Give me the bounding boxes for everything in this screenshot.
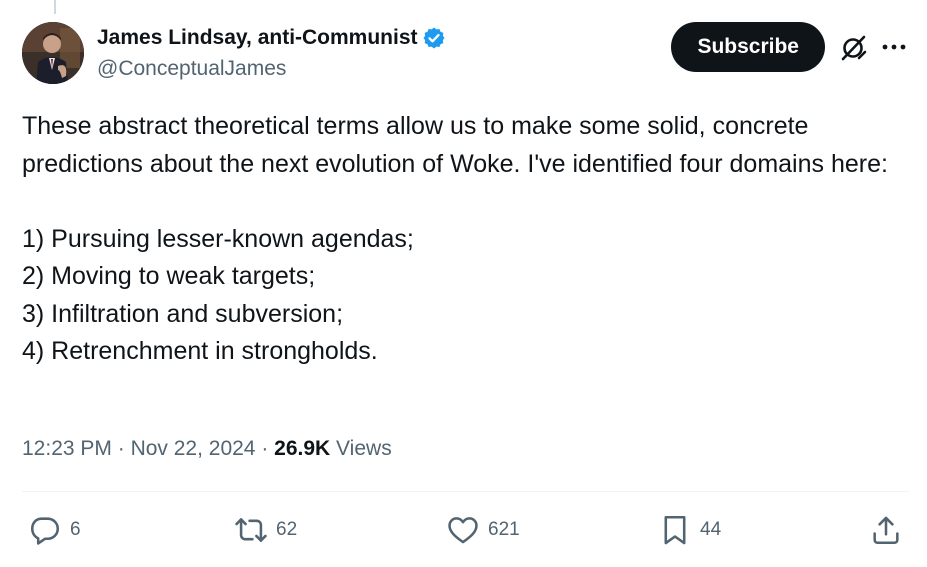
display-name-row: James Lindsay, anti-Communist bbox=[97, 24, 446, 52]
reply-count: 6 bbox=[70, 519, 81, 540]
repost-button[interactable]: 62 bbox=[234, 510, 297, 550]
tweet-text-line bbox=[22, 183, 902, 221]
avatar-image bbox=[22, 22, 84, 84]
thread-connector-line bbox=[54, 0, 56, 14]
tweet-text-line: These abstract theoretical terms allow u… bbox=[22, 112, 888, 178]
author-handle[interactable]: @ConceptualJames bbox=[97, 57, 446, 81]
author-info: James Lindsay, anti-Communist @Conceptua… bbox=[97, 24, 446, 81]
grok-icon[interactable] bbox=[839, 34, 867, 62]
like-button[interactable]: 621 bbox=[446, 510, 520, 550]
share-icon bbox=[869, 513, 903, 547]
verified-badge-icon[interactable] bbox=[422, 26, 446, 50]
views-label: Views bbox=[330, 437, 392, 460]
tweet-text-line: 3) Infiltration and subversion; bbox=[22, 299, 344, 328]
repost-icon bbox=[234, 513, 268, 547]
meta-separator: · bbox=[111, 437, 131, 460]
reply-button[interactable]: 6 bbox=[28, 510, 81, 550]
display-name[interactable]: James Lindsay, anti-Communist bbox=[97, 26, 418, 50]
reply-icon bbox=[28, 513, 62, 547]
divider bbox=[22, 491, 909, 492]
action-bar: 6 62 621 44 bbox=[22, 510, 909, 550]
bookmark-count: 44 bbox=[700, 519, 722, 540]
tweet-metadata: 12:23 PM · Nov 22, 2024 · 26.9K Views bbox=[22, 434, 392, 464]
bookmark-icon bbox=[658, 513, 692, 547]
tweet-date[interactable]: Nov 22, 2024 bbox=[131, 437, 256, 460]
bookmark-button[interactable]: 44 bbox=[658, 510, 721, 550]
tweet-text: These abstract theoretical terms allow u… bbox=[22, 108, 902, 371]
tweet-text-line: 1) Pursuing lesser-known agendas; bbox=[22, 224, 414, 253]
more-options-icon[interactable] bbox=[879, 36, 909, 58]
views-count: 26.9K bbox=[274, 437, 331, 460]
avatar[interactable] bbox=[22, 22, 84, 84]
like-count: 621 bbox=[488, 519, 520, 540]
tweet-header: James Lindsay, anti-Communist @Conceptua… bbox=[22, 22, 909, 84]
share-button[interactable] bbox=[869, 510, 903, 550]
subscribe-button[interactable]: Subscribe bbox=[671, 22, 825, 72]
repost-count: 62 bbox=[276, 519, 298, 540]
meta-separator: · bbox=[255, 437, 275, 460]
heart-icon bbox=[446, 513, 480, 547]
tweet-text-line: 4) Retrenchment in strongholds. bbox=[22, 337, 378, 365]
tweet-text-line: 2) Moving to weak targets; bbox=[22, 262, 316, 290]
tweet-time[interactable]: 12:23 PM bbox=[22, 437, 112, 460]
